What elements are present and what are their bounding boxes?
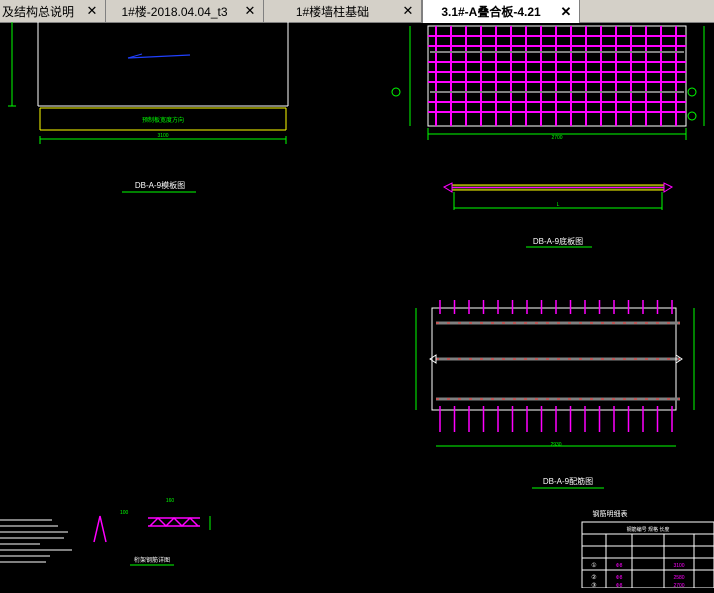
drawing-svg: 预制板宽度方向 3100 DB-A-9模板图 2700 L DB-A-9底板图: [0, 22, 714, 589]
table-row-2-len: 2580: [673, 575, 684, 581]
notes-block: [0, 519, 72, 563]
plan-title: DB-A-9模板图: [135, 180, 185, 190]
tab-bar: 及结构总说明 ✕ 1#楼-2018.04.04_t3 ✕ 1#楼墙柱基础 ✕ 3…: [0, 0, 714, 23]
tab-building-1-foundation[interactable]: 1#楼墙柱基础 ✕: [264, 0, 422, 22]
close-icon[interactable]: ✕: [85, 4, 99, 18]
tab-building-1-t3[interactable]: 1#楼-2018.04.04_t3 ✕: [106, 0, 264, 22]
truss-title: 桁架钢筋详图: [134, 556, 170, 564]
table-row-3-len: 2700: [673, 583, 684, 588]
table-row-3-id: ③: [591, 582, 596, 588]
tab-label: 及结构总说明: [2, 4, 75, 19]
slab-grid-view: 2700: [391, 25, 705, 141]
plan-dim-text: 3100: [157, 133, 168, 139]
table-title: 钢筋明细表: [593, 509, 628, 518]
tab-label: 3.1#-A叠合板-4.21: [441, 5, 541, 19]
close-icon[interactable]: ✕: [559, 4, 573, 19]
grid-dim-text: 2700: [551, 135, 562, 141]
cad-drawing-canvas[interactable]: 预制板宽度方向 3100 DB-A-9模板图 2700 L DB-A-9底板图: [0, 22, 714, 589]
section-dim-text: L: [557, 202, 560, 208]
rebar-dim-text: 2930: [550, 442, 561, 448]
plan-view: 预制板宽度方向 3100 DB-A-9模板图: [8, 22, 289, 193]
truss-detail: 160 100 桁架钢筋详图: [93, 498, 211, 566]
table-header: 钢筋编号 规格 长度: [627, 526, 670, 533]
section-title: DB-A-9底板图: [533, 236, 583, 246]
rebar-title: DB-A-9配筋图: [543, 476, 593, 486]
table-row-1-len: 3100: [673, 563, 684, 569]
close-icon[interactable]: ✕: [401, 4, 415, 18]
truss-dim-a: 160: [166, 498, 175, 504]
rebar-layout-view: 2930 DB-A-9配筋图: [415, 300, 695, 489]
table-row-2-spec: Φ8: [616, 575, 623, 581]
plan-note-text: 预制板宽度方向: [142, 116, 184, 124]
table-row-3-spec: Φ8: [616, 583, 623, 588]
tab-structure-notes[interactable]: 及结构总说明 ✕: [0, 0, 106, 22]
tab-label: 1#楼墙柱基础: [295, 4, 370, 19]
slab-section-view: L DB-A-9底板图: [442, 182, 674, 248]
rebar-schedule-table: 钢筋明细表 钢筋编号 规格 长度 ① Φ8 3100 ② Φ8 2580 ③ Φ…: [581, 509, 714, 589]
tab-composite-slab[interactable]: 3.1#-A叠合板-4.21 ✕: [422, 0, 580, 23]
table-row-1-spec: Φ8: [616, 563, 623, 569]
tab-label: 1#楼-2018.04.04_t3: [121, 4, 228, 19]
truss-dim-b: 100: [120, 510, 129, 516]
table-row-2-id: ②: [591, 574, 596, 581]
close-icon[interactable]: ✕: [243, 4, 257, 18]
table-row-1-id: ①: [591, 562, 596, 569]
